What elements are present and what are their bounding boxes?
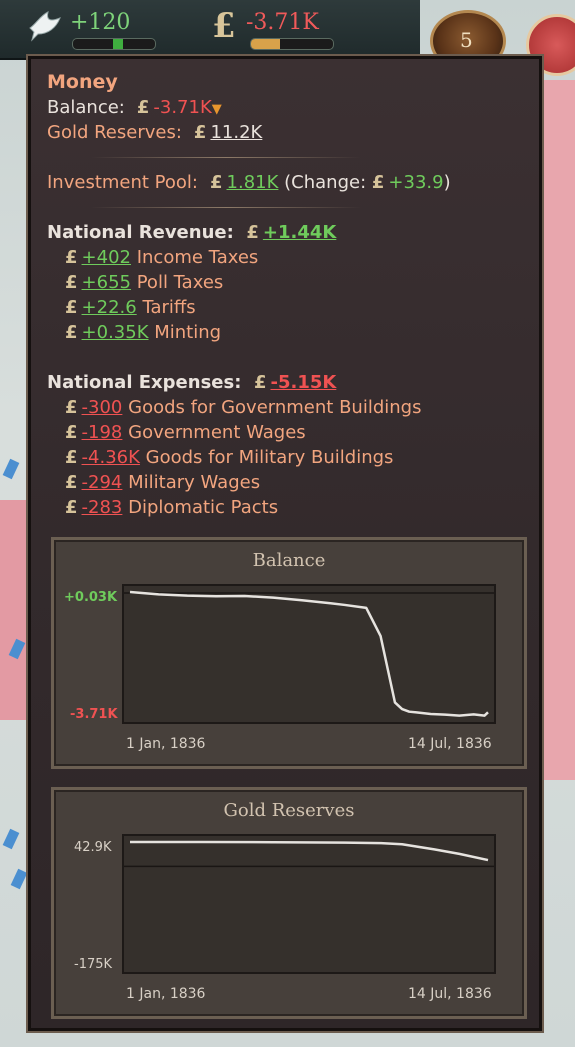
balance-row: Balance: £ -3.71K▼ (47, 97, 222, 118)
x-tick-right: 14 Jul, 1836 (408, 986, 492, 1002)
revenue-label: National Revenue: (47, 222, 234, 243)
pound-icon: £ (212, 6, 236, 46)
item-value[interactable]: -4.36K (82, 447, 140, 468)
item-value[interactable]: -300 (82, 397, 123, 418)
pound-icon: £ (130, 97, 150, 118)
item-value[interactable]: +0.35K (82, 322, 149, 343)
revenue-item: £ +655 Poll Taxes (65, 272, 223, 293)
investment-row: Investment Pool: £1.81K (Change: £ +33.9) (47, 172, 451, 193)
item-label: Minting (154, 322, 222, 343)
legitimacy-value[interactable]: +120 (70, 10, 130, 35)
pound-icon: £ (65, 322, 78, 343)
change-close: ) (443, 172, 451, 193)
item-value[interactable]: +402 (82, 247, 131, 268)
gold-reserves-chart: Gold Reserves 42.9K -175K 1 Jan, 1836 14… (51, 787, 527, 1019)
map-land-west (0, 500, 30, 720)
pound-icon: £ (371, 172, 385, 193)
pound-icon: £ (65, 447, 78, 468)
revenue-item: £ +22.6 Tariffs (65, 297, 196, 318)
pound-icon: £ (65, 472, 78, 493)
gold-reserves-label: Gold Reserves: (47, 122, 182, 143)
chart-title: Balance (252, 550, 326, 571)
plot-area[interactable] (122, 834, 496, 974)
item-value[interactable]: +655 (82, 272, 131, 293)
legitimacy-bar (72, 38, 156, 50)
revenue-row: National Revenue: £ +1.44K (47, 222, 336, 243)
pound-icon: £ (65, 422, 78, 443)
balance-line (124, 590, 494, 717)
item-label: Diplomatic Pacts (128, 497, 279, 518)
item-value[interactable]: +22.6 (82, 297, 137, 318)
gold-reserves-row: Gold Reserves: £11.2K (47, 122, 262, 143)
item-value[interactable]: -294 (82, 472, 123, 493)
item-label: Tariffs (142, 297, 196, 318)
item-label: Income Taxes (136, 247, 259, 268)
chart-title: Gold Reserves (223, 800, 355, 821)
gold-reserves-line (124, 840, 494, 868)
revenue-item: £ +402 Income Taxes (65, 247, 258, 268)
change-value: +33.9 (388, 172, 444, 193)
item-label: Goods for Military Buildings (145, 447, 394, 468)
item-label: Government Wages (128, 422, 306, 443)
revenue-item: £ +0.35K Minting (65, 322, 221, 343)
y-tick-top: +0.03K (64, 590, 118, 605)
down-arrow-icon: ▼ (211, 102, 222, 117)
pound-icon: £ (65, 497, 78, 518)
balance-label: Balance: (47, 97, 125, 118)
y-tick-bottom: -175K (74, 957, 113, 972)
series-line (130, 840, 489, 862)
balance-value: -3.71K (153, 97, 212, 118)
expense-item: £ -283 Diplomatic Pacts (65, 497, 278, 518)
money-tooltip: Money Balance: £ -3.71K▼ Gold Reserves: £… (26, 54, 544, 1033)
item-label: Military Wages (128, 472, 261, 493)
revenue-value[interactable]: +1.44K (263, 222, 336, 243)
pound-icon: £ (65, 297, 78, 318)
change-open: (Change: (284, 172, 367, 193)
expenses-label: National Expenses: (47, 372, 242, 393)
expenses-row: National Expenses: £ -5.15K (47, 372, 336, 393)
expense-item: £ -294 Military Wages (65, 472, 260, 493)
gold-reserves-value[interactable]: 11.2K (210, 122, 262, 143)
expense-item: £ -4.36K Goods for Military Buildings (65, 447, 393, 468)
separator (91, 207, 361, 208)
item-label: Poll Taxes (136, 272, 224, 293)
pound-icon: £ (65, 247, 78, 268)
rank-number: 5 (460, 28, 473, 52)
series-line (129, 590, 489, 717)
investment-label: Investment Pool: (47, 172, 198, 193)
expense-item: £ -198 Government Wages (65, 422, 306, 443)
x-tick-left: 1 Jan, 1836 (126, 736, 206, 752)
x-tick-left: 1 Jan, 1836 (126, 986, 206, 1002)
pound-icon: £ (65, 397, 78, 418)
pound-icon: £ (187, 122, 207, 143)
item-label: Goods for Government Buildings (128, 397, 422, 418)
dove-icon (29, 11, 61, 42)
expenses-value[interactable]: -5.15K (270, 372, 336, 393)
pound-icon: £ (240, 222, 259, 243)
item-value[interactable]: -283 (82, 497, 123, 518)
y-tick-bottom: -3.71K (70, 707, 118, 722)
top-bar: +120 £ -3.71K (0, 0, 420, 60)
balance-chart: Balance +0.03K -3.71K 1 Jan, 1836 14 Jul… (51, 537, 527, 769)
money-value[interactable]: -3.71K (246, 10, 319, 35)
item-value[interactable]: -198 (82, 422, 123, 443)
separator (91, 157, 361, 158)
investment-value[interactable]: 1.81K (227, 172, 279, 193)
pound-icon: £ (247, 372, 267, 393)
plot-area[interactable] (122, 584, 496, 724)
money-bar (250, 38, 334, 50)
x-tick-right: 14 Jul, 1836 (408, 736, 492, 752)
pound-icon: £ (65, 272, 78, 293)
tooltip-title: Money (47, 71, 118, 93)
y-tick-top: 42.9K (74, 840, 112, 855)
expense-item: £ -300 Goods for Government Buildings (65, 397, 421, 418)
pound-icon: £ (203, 172, 223, 193)
